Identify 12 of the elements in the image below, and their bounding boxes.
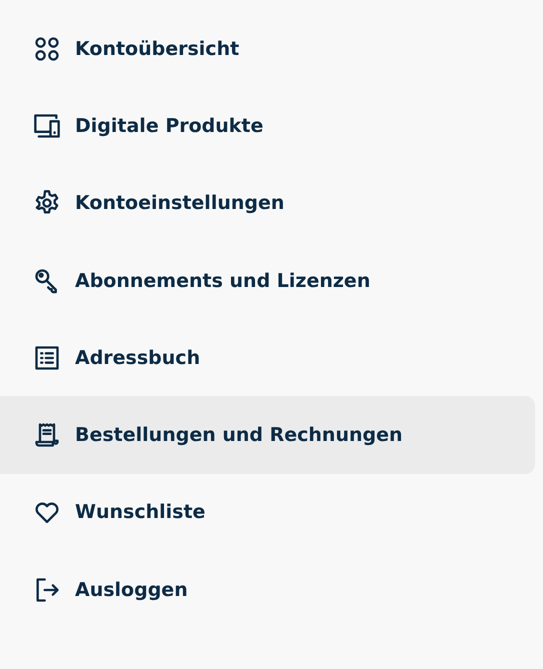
menu-item[interactable]: Ausloggen [0, 551, 535, 628]
grid-icon [33, 34, 61, 63]
menu-item[interactable]: Wunschliste [0, 474, 535, 552]
menu-item[interactable]: Digitale Produkte [0, 87, 535, 165]
menu-item[interactable]: Abonnements und Lizenzen [0, 242, 535, 320]
menu-item[interactable]: Kontoübersicht [0, 10, 535, 88]
list-icon [33, 344, 61, 372]
devices-icon [33, 112, 61, 140]
menu-item[interactable]: Adressbuch [0, 319, 535, 396]
menu-item[interactable]: Bestellungen und Rechnungen [0, 396, 535, 474]
receipt-icon [33, 421, 61, 450]
menu-item[interactable]: Kontoeinstellungen [0, 164, 535, 242]
